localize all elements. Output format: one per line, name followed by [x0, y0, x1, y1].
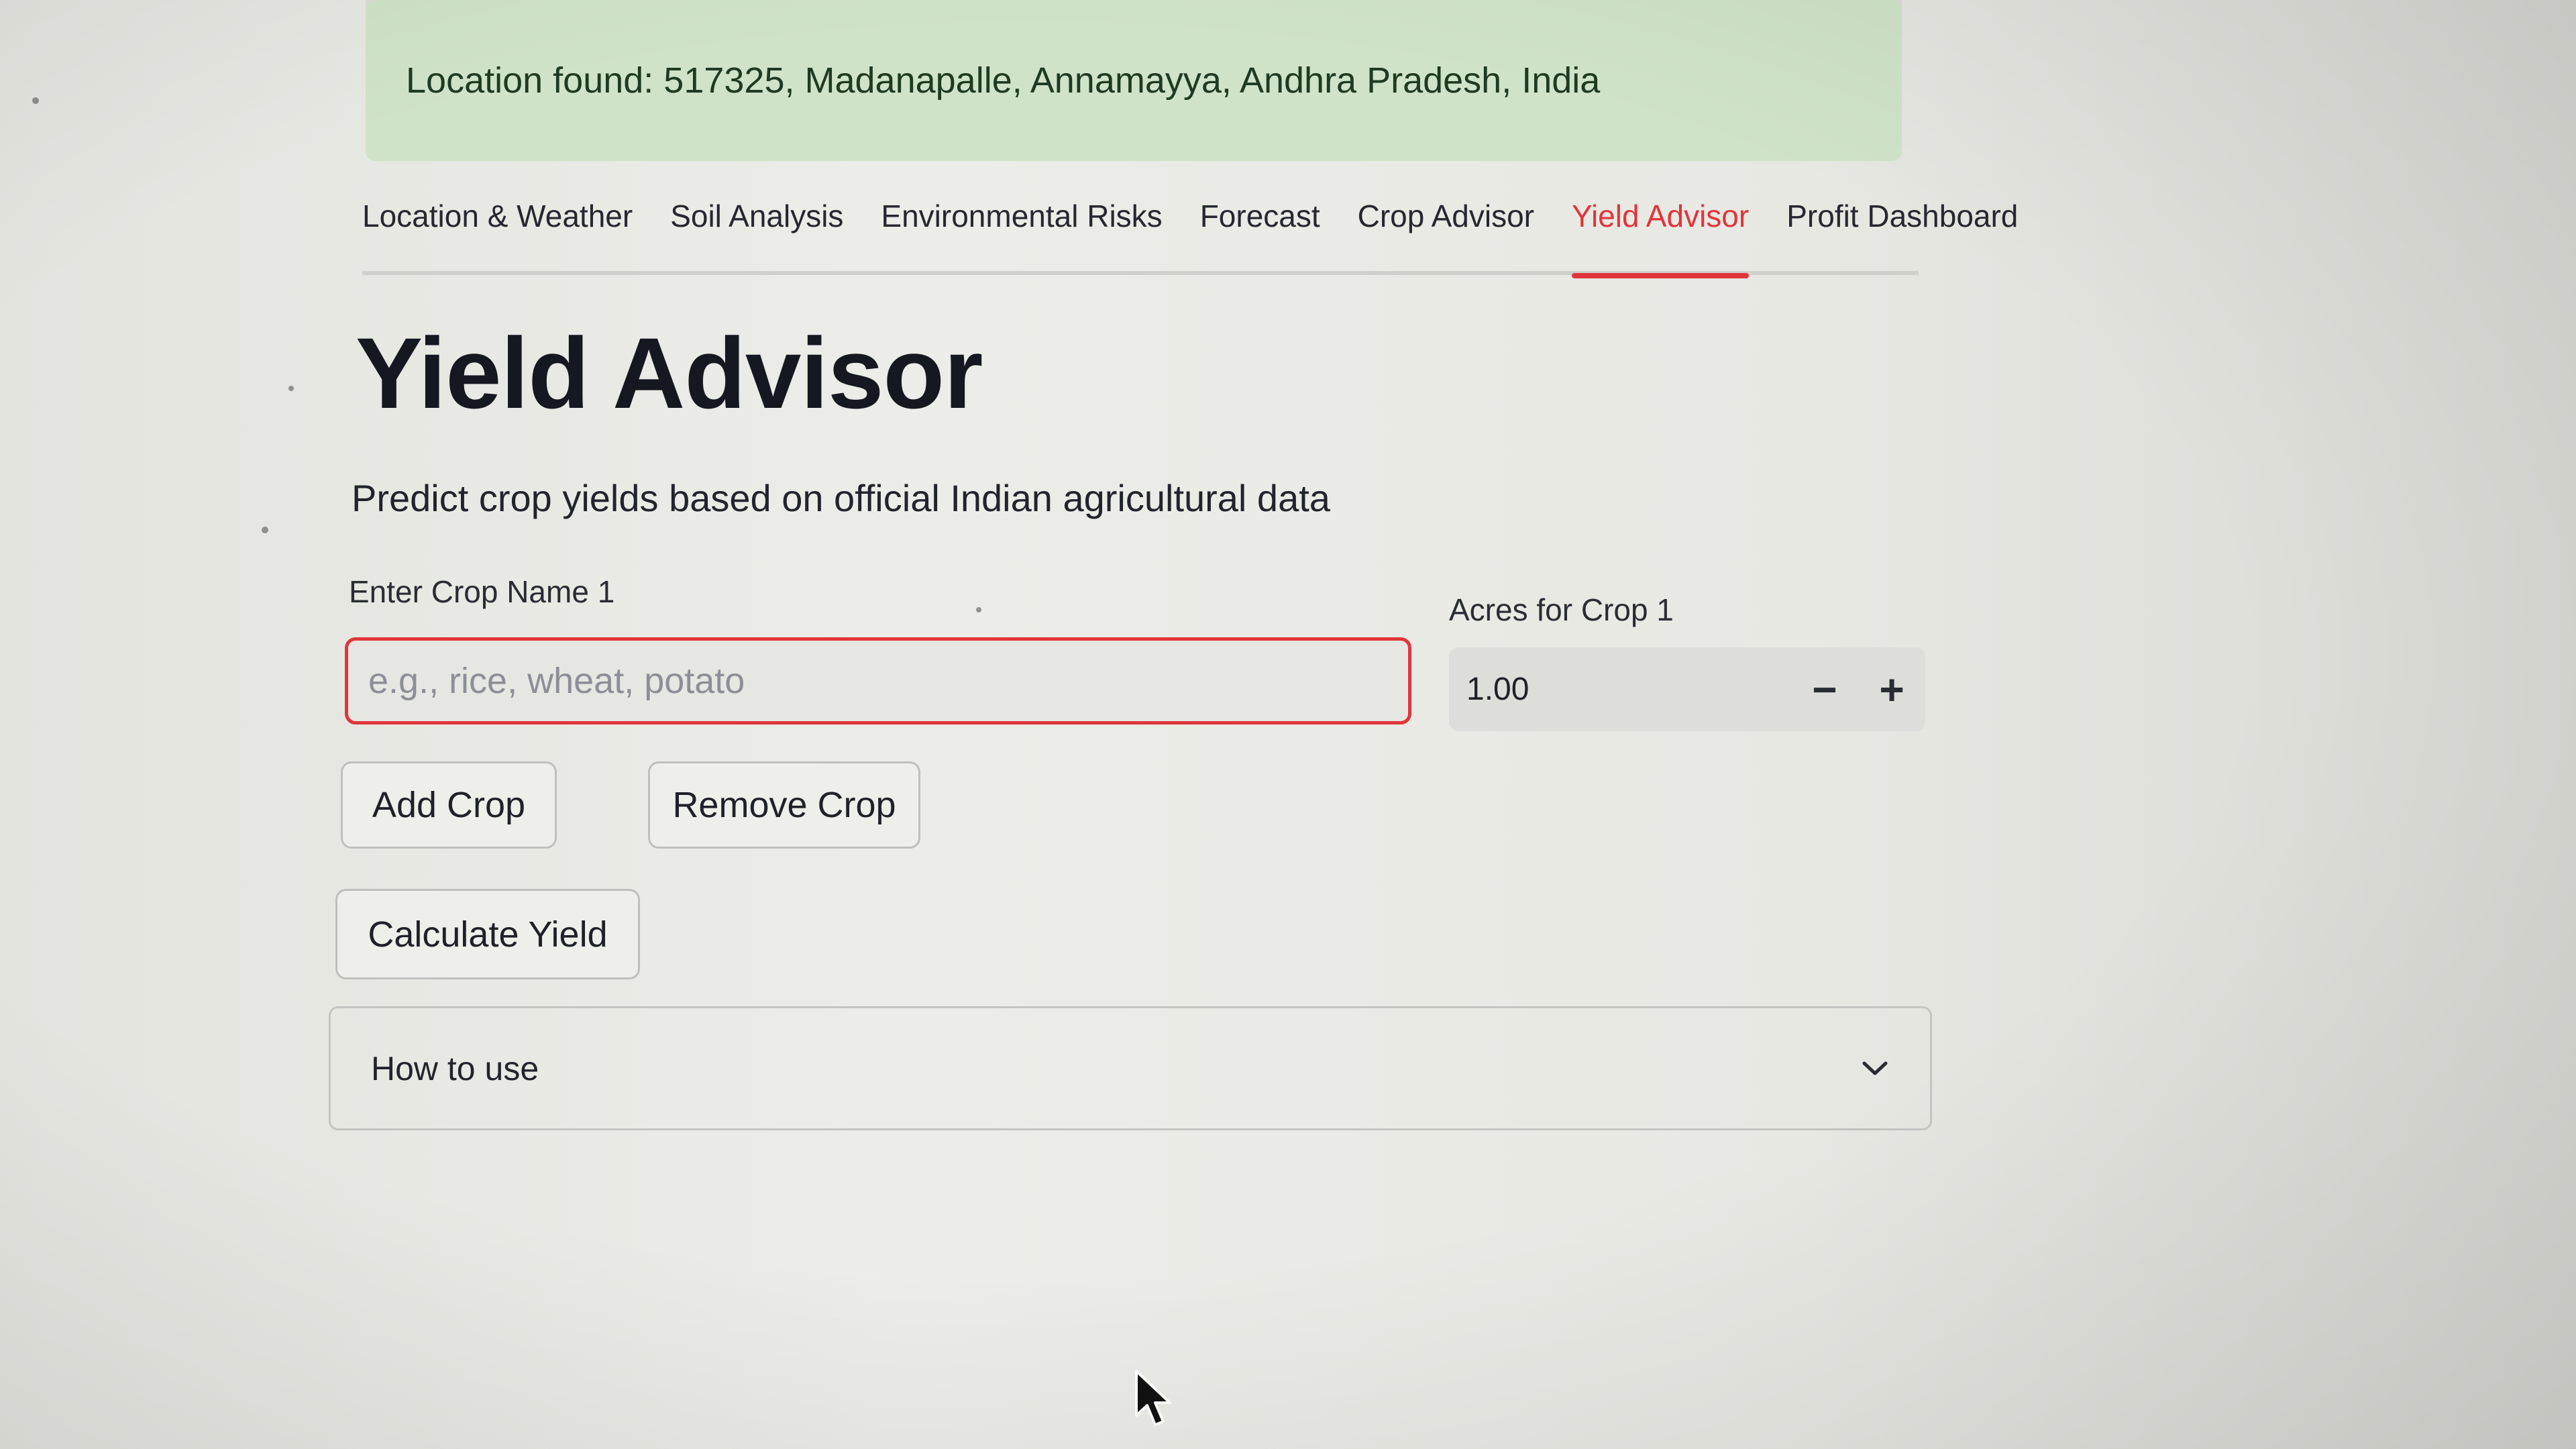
calculate-yield-label: Calculate Yield	[368, 914, 608, 955]
acres-value[interactable]: 1.00	[1449, 671, 1791, 708]
tab-location-weather[interactable]: Location & Weather	[362, 184, 633, 248]
calculate-yield-button[interactable]: Calculate Yield	[335, 889, 640, 979]
screen: Location found: 517325, Madanapalle, Ann…	[0, 0, 2576, 1449]
tab-crop-advisor[interactable]: Crop Advisor	[1358, 184, 1534, 248]
tab-soil-analysis[interactable]: Soil Analysis	[670, 184, 843, 248]
decrement-button[interactable]: −	[1791, 647, 1858, 731]
page-title: Yield Advisor	[356, 317, 983, 429]
screen-speck	[976, 607, 981, 612]
add-crop-button[interactable]: Add Crop	[341, 761, 557, 849]
screen-speck	[262, 527, 268, 533]
remove-crop-label: Remove Crop	[672, 785, 896, 825]
increment-button[interactable]: +	[1858, 647, 1925, 731]
expander-label: How to use	[371, 1049, 539, 1087]
add-crop-label: Add Crop	[372, 785, 526, 825]
tab-bar: Location & Weather Soil Analysis Environ…	[362, 161, 2018, 278]
screen-speck	[32, 97, 39, 104]
tab-forecast[interactable]: Forecast	[1200, 184, 1320, 248]
chevron-down-icon	[1860, 1059, 1890, 1078]
page-subtitle: Predict crop yields based on official In…	[352, 477, 1330, 519]
location-success-alert: Location found: 517325, Madanapalle, Ann…	[366, 0, 1902, 161]
acres-label: Acres for Crop 1	[1449, 592, 1674, 627]
how-to-use-expander[interactable]: How to use	[329, 1006, 1932, 1130]
acres-stepper: 1.00 − +	[1449, 647, 1925, 731]
mouse-pointer-icon	[1134, 1368, 1174, 1432]
screen-speck	[288, 386, 294, 391]
alert-text: Location found: 517325, Madanapalle, Ann…	[406, 60, 1601, 101]
crop-name-input[interactable]	[345, 637, 1411, 724]
tab-yield-advisor[interactable]: Yield Advisor	[1571, 184, 1750, 278]
tab-profit-dashboard[interactable]: Profit Dashboard	[1786, 184, 2018, 248]
app-main: Location found: 517325, Madanapalle, Ann…	[329, 0, 2018, 1449]
crop-name-label: Enter Crop Name 1	[349, 574, 615, 609]
remove-crop-button[interactable]: Remove Crop	[648, 761, 920, 849]
tab-environmental-risks[interactable]: Environmental Risks	[881, 184, 1162, 248]
